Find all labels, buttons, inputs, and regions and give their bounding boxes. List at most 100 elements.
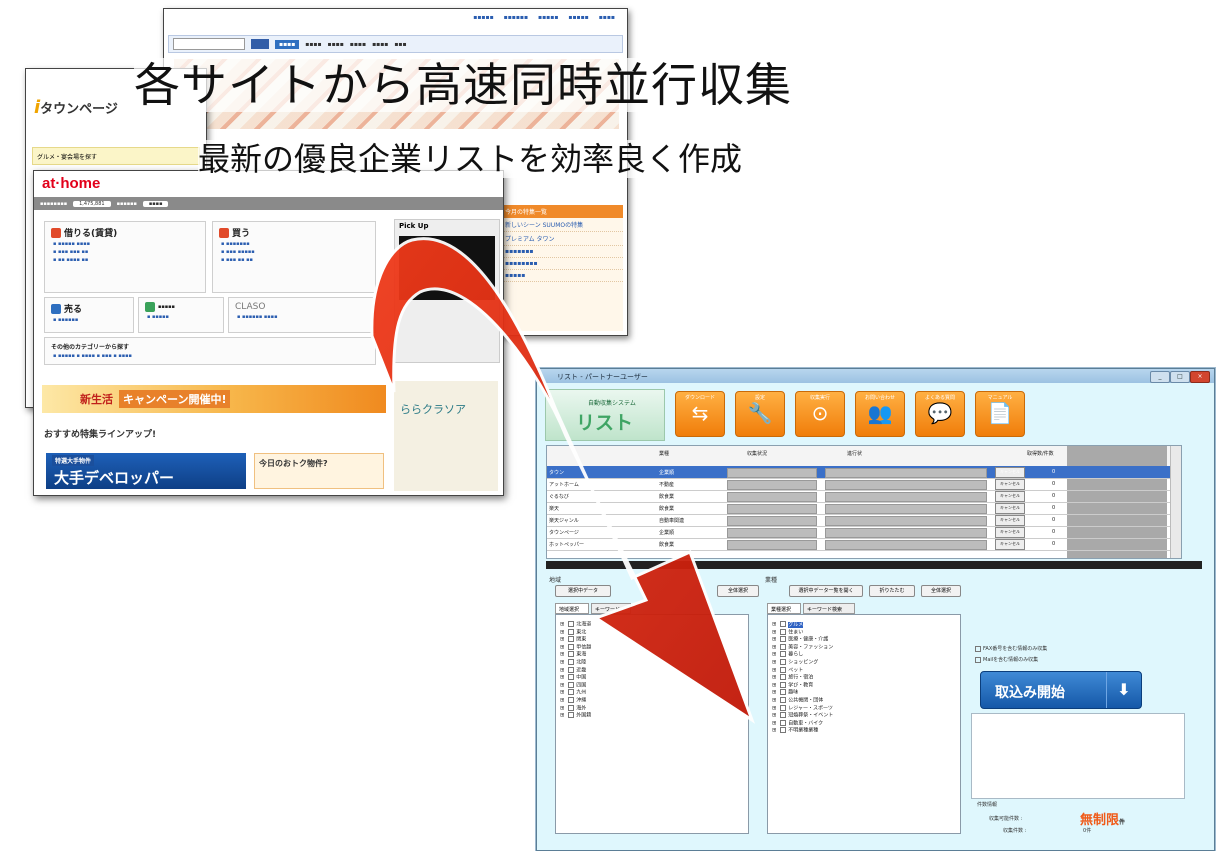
region-group-label: 地域 (549, 577, 562, 584)
tab-industry[interactable]: 業種選択 (767, 603, 801, 614)
section-divider (546, 561, 1202, 569)
open-selected-list-button[interactable]: 選択中データ一覧を開く (789, 585, 863, 597)
app-logo: 自動収集システム リスト (545, 389, 665, 441)
top-nav-links: ▪▪▪▪▪ ▪▪▪▪▪▪ ▪▪▪▪▪ ▪▪▪▪▪ ▪▪▪▪ (473, 14, 615, 21)
site-grid: 業種 収集状況 進行状 取得数/件数 タウン 企業順 キャンセル 0 アットホーム 不動… (546, 445, 1182, 559)
tree-item[interactable]: ⊞ 公共機関・団体 (768, 696, 960, 705)
search-panel: ▪▪▪▪▪ ▪ ▪▪▪▪▪ (138, 297, 224, 333)
collapse-button[interactable]: 折りたたむ (869, 585, 915, 597)
region-tree: ⊞ 北海道 ⊞ 東北 ⊞ 関東 ⊞ 甲信越 ⊞ 東海 ⊞ 北陸 ⊞ 近畿 ⊞ 中国 ⊞ 四国 ⊞ 九… (555, 614, 749, 834)
other-category-title: その他のカテゴリーから探す (51, 344, 130, 351)
nav-tab[interactable]: ▪▪▪▪ (275, 39, 300, 49)
tree-item[interactable]: ⊞ ペット (768, 666, 960, 675)
tree-item[interactable]: ⊞ 外国籍 (556, 712, 748, 720)
tree-item[interactable]: ⊞ 四国 (556, 681, 748, 690)
today-deal-banner[interactable]: 今日のおトク物件? (254, 453, 384, 489)
sell-icon (51, 303, 61, 314)
settings-button[interactable]: 設定 🔧 (735, 391, 785, 437)
cancel-button[interactable]: キャンセル (995, 503, 1025, 514)
manual-button[interactable]: マニュアル 📄 (975, 391, 1025, 437)
tree-item[interactable]: ⊞ 美容・ファッション (768, 643, 960, 652)
tree-item[interactable]: ⊞ 冠婚葬祭・イベント (768, 712, 960, 720)
cancel-button[interactable]: キャンセル (995, 479, 1025, 490)
header-industry[interactable]: 業種 (659, 450, 669, 457)
buy-title[interactable]: 買う (232, 226, 250, 239)
campaign-banner[interactable]: 新生活 キャンペーン開催中! (42, 385, 386, 413)
other-category-panel: その他のカテゴリーから探す ▪ ▪▪▪▪▪ ▪ ▪▪▪▪ ▪ ▪▪▪ ▪ ▪▪▪… (44, 337, 376, 365)
tree-item[interactable]: ⊞ 東北 (556, 628, 748, 637)
selected-data-button[interactable]: 選択中データ (555, 585, 611, 597)
close-button[interactable]: × (1190, 371, 1210, 383)
tree-item[interactable]: ⊞ 旅行・宿泊 (768, 674, 960, 682)
tree-item[interactable]: ⊞ 自動車・バイク (768, 719, 960, 728)
feature-list-header: 今月の特集一覧 (501, 205, 623, 218)
select-all-industry-button[interactable]: 全体選択 (921, 585, 961, 597)
tab-region[interactable]: 地域選択 (555, 603, 589, 614)
faq-button[interactable]: よくある質問 💬 (915, 391, 965, 437)
search-input[interactable] (173, 38, 245, 50)
maximize-button[interactable]: □ (1170, 371, 1190, 383)
cancel-button[interactable]: キャンセル (995, 491, 1025, 502)
tree-item[interactable]: ⊞ 九州 (556, 689, 748, 697)
tree-item[interactable]: ⊞ 北海道 (556, 621, 748, 629)
feature-link[interactable]: ▪▪▪▪▪▪▪ (501, 246, 623, 258)
collected-count-value: 0件 (1083, 828, 1092, 834)
tree-item[interactable]: ⊞ 趣味 (768, 689, 960, 697)
clasuo-ad[interactable]: ららクラソア (394, 381, 498, 491)
tree-item[interactable]: ⊞ 近畿 (556, 666, 748, 675)
tree-item[interactable]: ⊞ 医療・健康・介護 (768, 636, 960, 644)
header-progress[interactable]: 進行状 (847, 450, 862, 457)
start-import-button[interactable]: 取込み開始 ⬇ (980, 671, 1142, 709)
feature-link[interactable]: ▪▪▪▪▪▪▪▪ (501, 258, 623, 270)
pick-up-photo[interactable] (399, 236, 495, 300)
select-all-region-button[interactable]: 全体選択 (717, 585, 759, 597)
feature-link[interactable]: ▪▪▪▪▪ (501, 270, 623, 282)
tab-keyword-search[interactable]: キーワード検索 (803, 603, 855, 614)
tree-item[interactable]: ⊞ 中国 (556, 674, 748, 682)
cancel-button[interactable]: キャンセル (995, 527, 1025, 538)
collect-run-button[interactable]: 収集実行 ⊙ (795, 391, 845, 437)
townpage-logo: iタウンページ (34, 97, 118, 118)
tree-item[interactable]: ⊞ 海外 (556, 704, 748, 713)
feature-link[interactable]: 新しいシーン SUUMOの特集 (501, 218, 623, 232)
tree-item[interactable]: ⊞ 沖縄 (556, 696, 748, 705)
athome-logo[interactable]: at·home (42, 175, 100, 192)
campaign-new-life: 新生活 (80, 393, 113, 406)
pick-up-title: Pick Up (399, 222, 429, 230)
townpage-strip[interactable]: グルメ・宴会場を探す (32, 147, 200, 165)
search-field[interactable]: ▪▪▪▪ (142, 200, 169, 207)
table-row[interactable]: ホットペッパー 飲食業 キャンセル 0 (547, 538, 1181, 551)
search-button[interactable] (251, 39, 269, 49)
tree-item[interactable]: ⊞ 関東 (556, 636, 748, 644)
grid-scrollbar[interactable] (1170, 446, 1181, 558)
developer-banner[interactable]: 特選大手物件 大手デベロッパー (46, 453, 246, 489)
tree-item[interactable]: ⊞ 暮らし (768, 651, 960, 659)
tree-item[interactable]: ⊞ 不明業種業種 (768, 727, 960, 735)
contact-button[interactable]: お問い合わせ 👥 (855, 391, 905, 437)
tree-item[interactable]: ⊞ グルメ (768, 621, 960, 629)
log-textarea[interactable] (971, 713, 1185, 799)
rent-title[interactable]: 借りる(賃貸) (64, 226, 117, 239)
tree-item[interactable]: ⊞ 東海 (556, 651, 748, 659)
cancel-button[interactable]: キャンセル (995, 467, 1025, 478)
sell-panel: 売る ▪ ▪▪▪▪▪▪ (44, 297, 134, 333)
cancel-button[interactable]: キャンセル (995, 539, 1025, 550)
fax-only-checkbox[interactable]: FAX番号を含む情報のみ収集 (975, 645, 1047, 652)
tree-item[interactable]: ⊞ レジャー・スポーツ (768, 704, 960, 713)
download-button[interactable]: ダウンロード ⇆ (675, 391, 725, 437)
feature-link[interactable]: プレミアム タワン (501, 232, 623, 246)
minimize-button[interactable]: _ (1150, 371, 1170, 383)
tree-item[interactable]: ⊞ 学び・教育 (768, 681, 960, 690)
header-count[interactable]: 取得数/件数 (1027, 450, 1054, 457)
tree-item[interactable]: ⊞ 住まい (768, 628, 960, 637)
tree-item[interactable]: ⊞ ショッピング (768, 658, 960, 667)
tree-item[interactable]: ⊞ 北陸 (556, 658, 748, 667)
tree-item[interactable]: ⊞ 甲信越 (556, 643, 748, 652)
tab-keyword[interactable]: キーワード (591, 603, 631, 614)
mail-only-checkbox[interactable]: Mailを含む情報のみ収集 (975, 656, 1038, 663)
clasuo-title[interactable]: CLASO (229, 298, 375, 312)
header-status[interactable]: 収集状況 (747, 450, 767, 457)
sell-title[interactable]: 売る (64, 302, 82, 315)
cancel-button[interactable]: キャンセル (995, 515, 1025, 526)
collected-count-label: 収集件数 : (1003, 828, 1027, 834)
